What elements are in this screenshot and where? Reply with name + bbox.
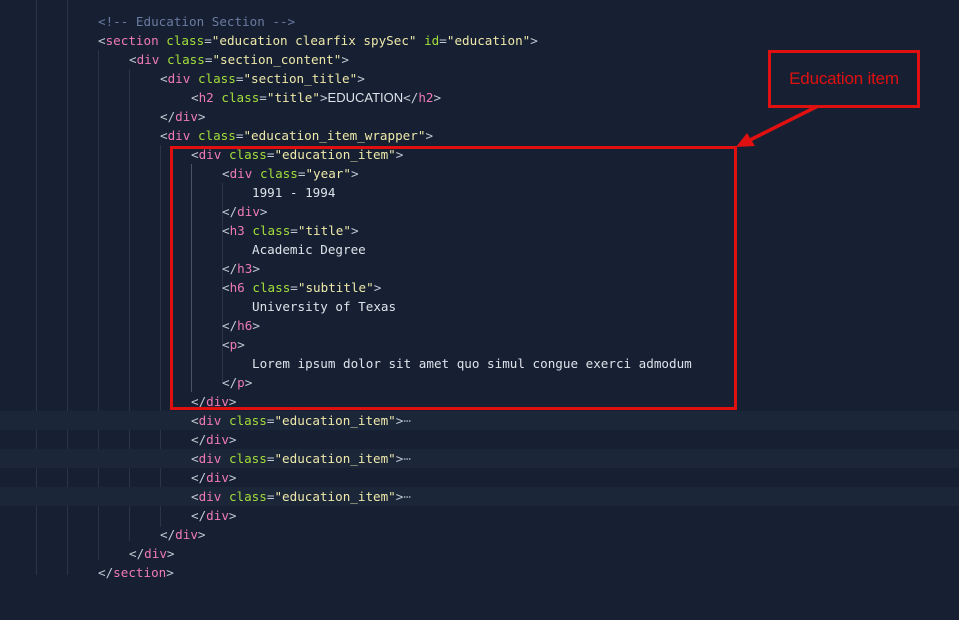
annotation-label: Education item [789,69,899,88]
annotation-callout: Education item [768,50,920,108]
